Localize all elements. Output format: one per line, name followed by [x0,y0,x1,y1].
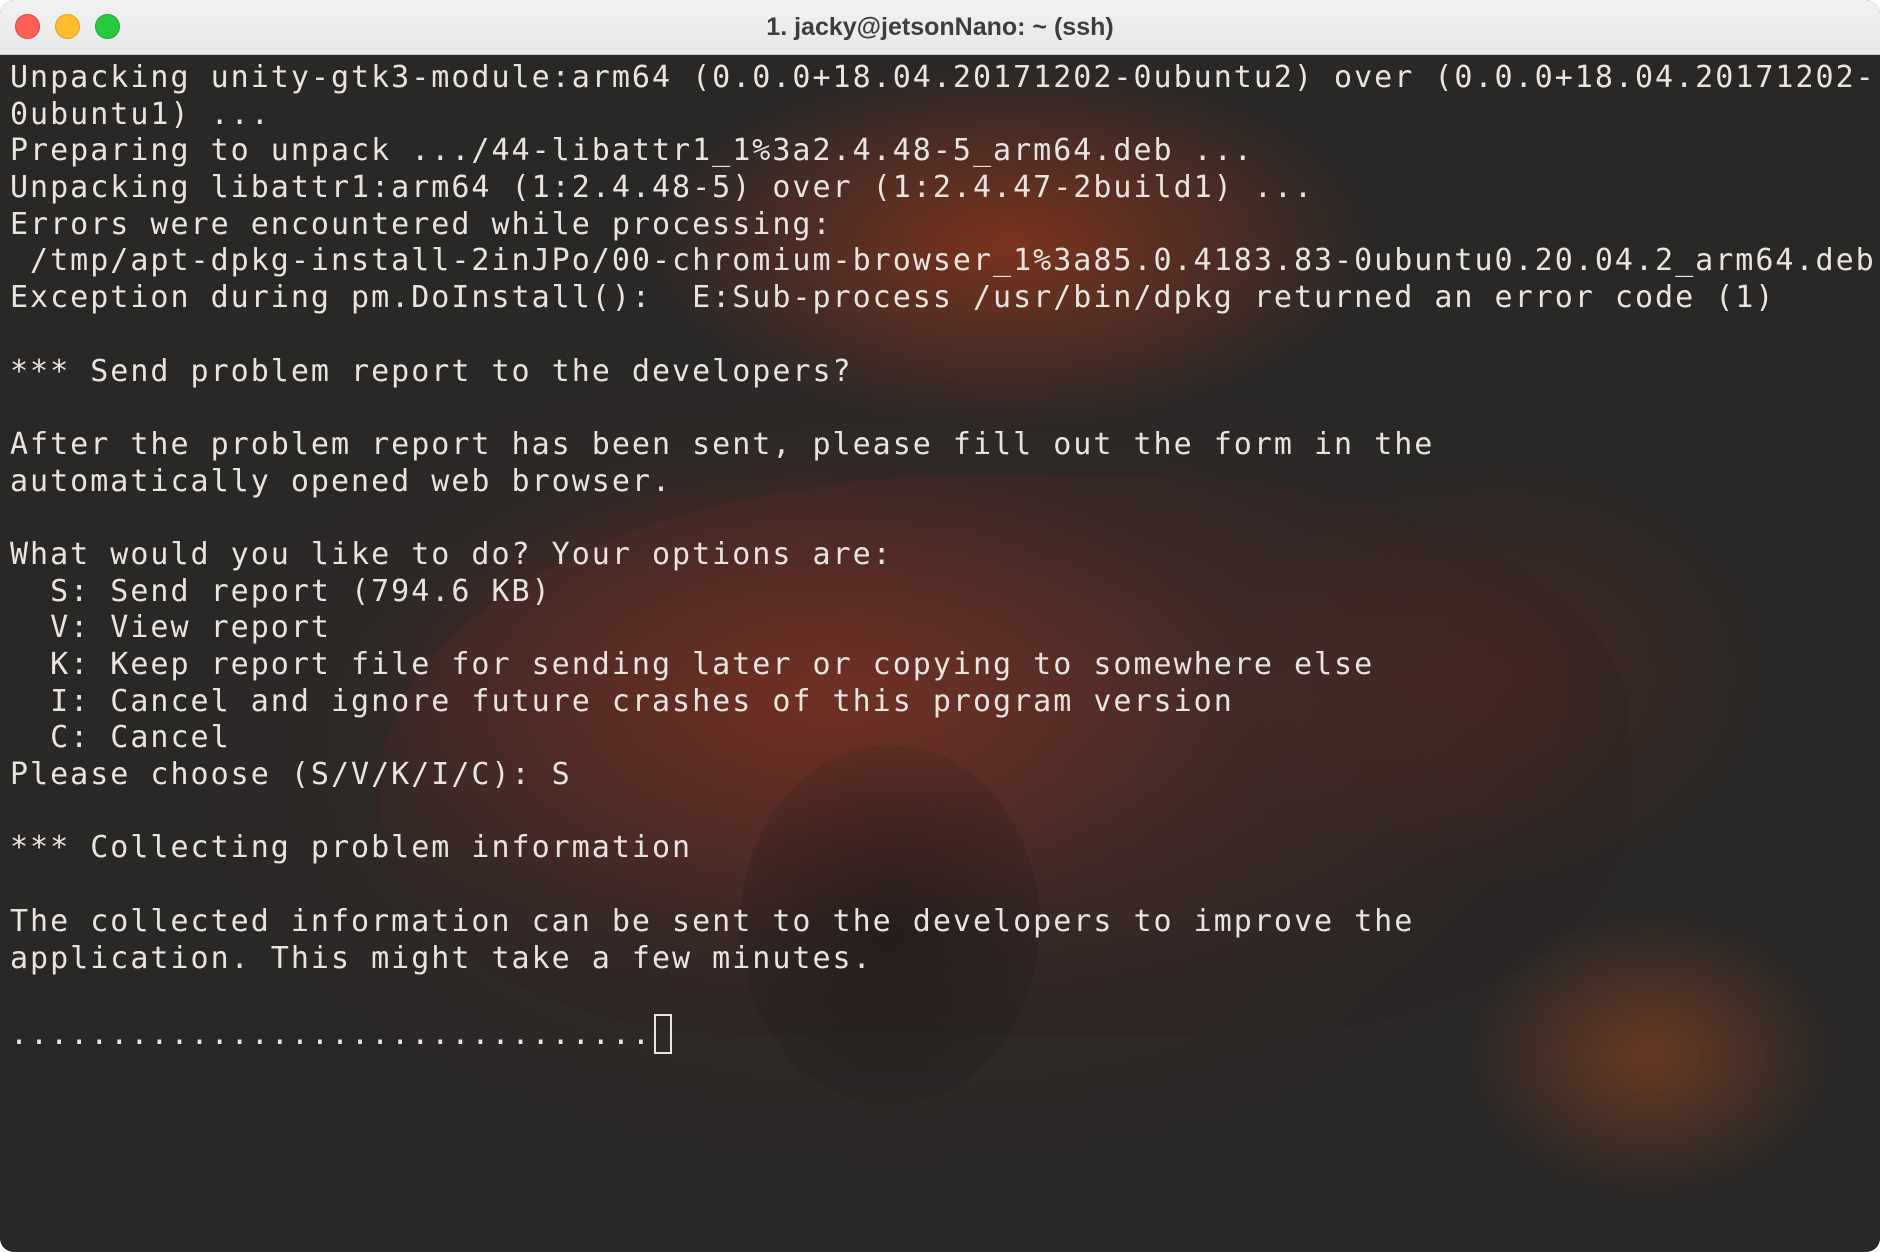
terminal-line: application. This might take a few minut… [10,940,873,976]
title-bar[interactable]: 1. jacky@jetsonNano: ~ (ssh) [0,0,1880,55]
terminal-window: 1. jacky@jetsonNano: ~ (ssh) Unpacking u… [0,0,1880,1252]
terminal-line: Unpacking libattr1:arm64 (1:2.4.48-5) ov… [10,170,1314,206]
option-cancel-ignore: I: Cancel and ignore future crashes of t… [10,683,1234,719]
terminal-line: After the problem report has been sent, … [10,426,1435,462]
progress-line: ................................ [10,1013,1876,1054]
choice-prompt: Please choose (S/V/K/I/C): S [10,757,572,793]
terminal-line: 0ubuntu1) ... [10,96,271,132]
terminal-line: *** Collecting problem information [10,830,693,866]
text-cursor [653,1013,672,1054]
option-keep-report: K: Keep report file for sending later or… [10,647,1375,682]
terminal-content[interactable]: Unpacking unity-gtk3-module:arm64 (0.0.0… [0,55,1880,1252]
option-send-report: S: Send report (794.6 KB) [10,573,552,609]
terminal-line: Preparing to unpack .../44-libattr1_1%3a… [10,133,1254,169]
terminal-line: Unpacking unity-gtk3-module:arm64 (0.0.0… [10,60,1876,95]
progress-dots: ................................ [10,1016,652,1052]
terminal-line: *** Send problem report to the developer… [10,353,853,389]
terminal-line: automatically opened web browser. [10,463,673,499]
terminal-line: What would you like to do? Your options … [10,536,893,572]
terminal-line: Errors were encountered while processing… [10,206,833,242]
terminal-line: /tmp/apt-dpkg-install-2inJPo/00-chromium… [10,243,1876,279]
terminal-line: Exception during pm.DoInstall(): E:Sub-p… [10,280,1776,316]
option-view-report: V: View report [10,610,331,646]
option-cancel: C: Cancel [10,720,231,756]
terminal-output: Unpacking unity-gtk3-module:arm64 (0.0.0… [10,60,1876,1054]
terminal-line: The collected information can be sent to… [10,903,1415,939]
window-title: 1. jacky@jetsonNano: ~ (ssh) [766,13,1114,41]
